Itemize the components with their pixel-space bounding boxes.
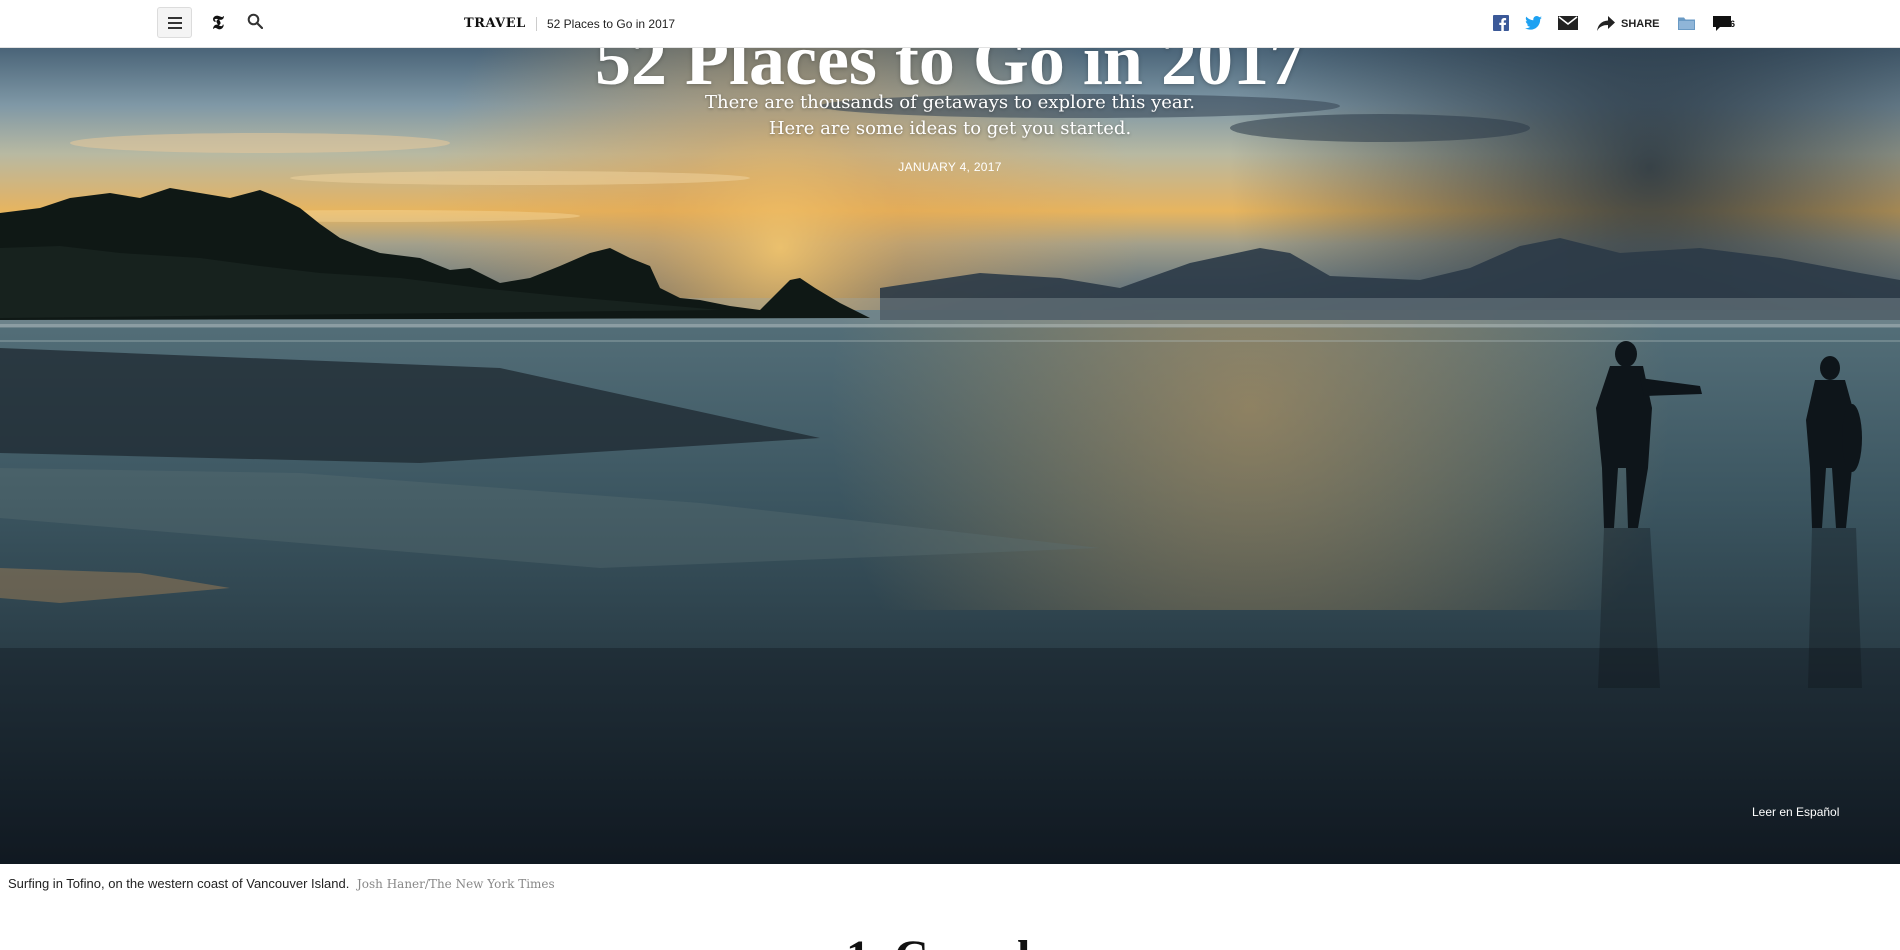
summary-line-1: There are thousands of getaways to explo… — [705, 92, 1195, 113]
photo-credit: Josh Haner/The New York Times — [356, 877, 555, 891]
facebook-icon — [1493, 15, 1509, 31]
comment-count-badge[interactable]: 6 — [1730, 15, 1735, 33]
caption-text: Surfing in Tofino, on the western coast … — [8, 876, 350, 891]
summary-line-2: Here are some ideas to get you started. — [768, 118, 1132, 139]
spanish-language-link[interactable]: Leer en Español — [1752, 804, 1839, 820]
section-divider — [536, 17, 537, 31]
menu-icon — [167, 16, 182, 29]
sections-menu-button[interactable] — [157, 7, 192, 38]
share-arrow-icon — [1597, 15, 1615, 31]
comments-icon — [1713, 15, 1731, 31]
publish-date: JANUARY 4, 2017 — [898, 160, 1002, 174]
share-label[interactable]: SHARE — [1621, 14, 1660, 34]
share-twitter-button[interactable] — [1522, 12, 1544, 34]
email-icon — [1558, 16, 1578, 30]
share-email-button[interactable] — [1557, 12, 1579, 34]
hero-video[interactable]: 52 Places to Go in 2017 There are thousa… — [0, 48, 1900, 864]
top-navigation-bar: 𝕿 TRAVEL 52 Places to Go in 2017 SHARE 6 — [0, 0, 1900, 48]
comments-button[interactable] — [1713, 12, 1731, 34]
first-destination-heading: 1. Canada — [0, 930, 1900, 950]
save-folder-icon — [1677, 17, 1695, 30]
nyt-logo-icon[interactable]: 𝕿 — [208, 11, 228, 35]
share-facebook-button[interactable] — [1490, 12, 1512, 34]
search-button[interactable] — [247, 13, 267, 33]
twitter-icon — [1524, 16, 1542, 30]
search-icon — [247, 13, 264, 30]
save-article-button[interactable] — [1675, 12, 1697, 34]
article-summary: There are thousands of getaways to explo… — [650, 90, 1250, 142]
section-link-travel[interactable]: TRAVEL — [464, 14, 526, 34]
image-caption: Surfing in Tofino, on the western coast … — [8, 876, 555, 892]
share-more-button[interactable] — [1595, 12, 1617, 34]
page-title-small: 52 Places to Go in 2017 — [547, 17, 676, 31]
